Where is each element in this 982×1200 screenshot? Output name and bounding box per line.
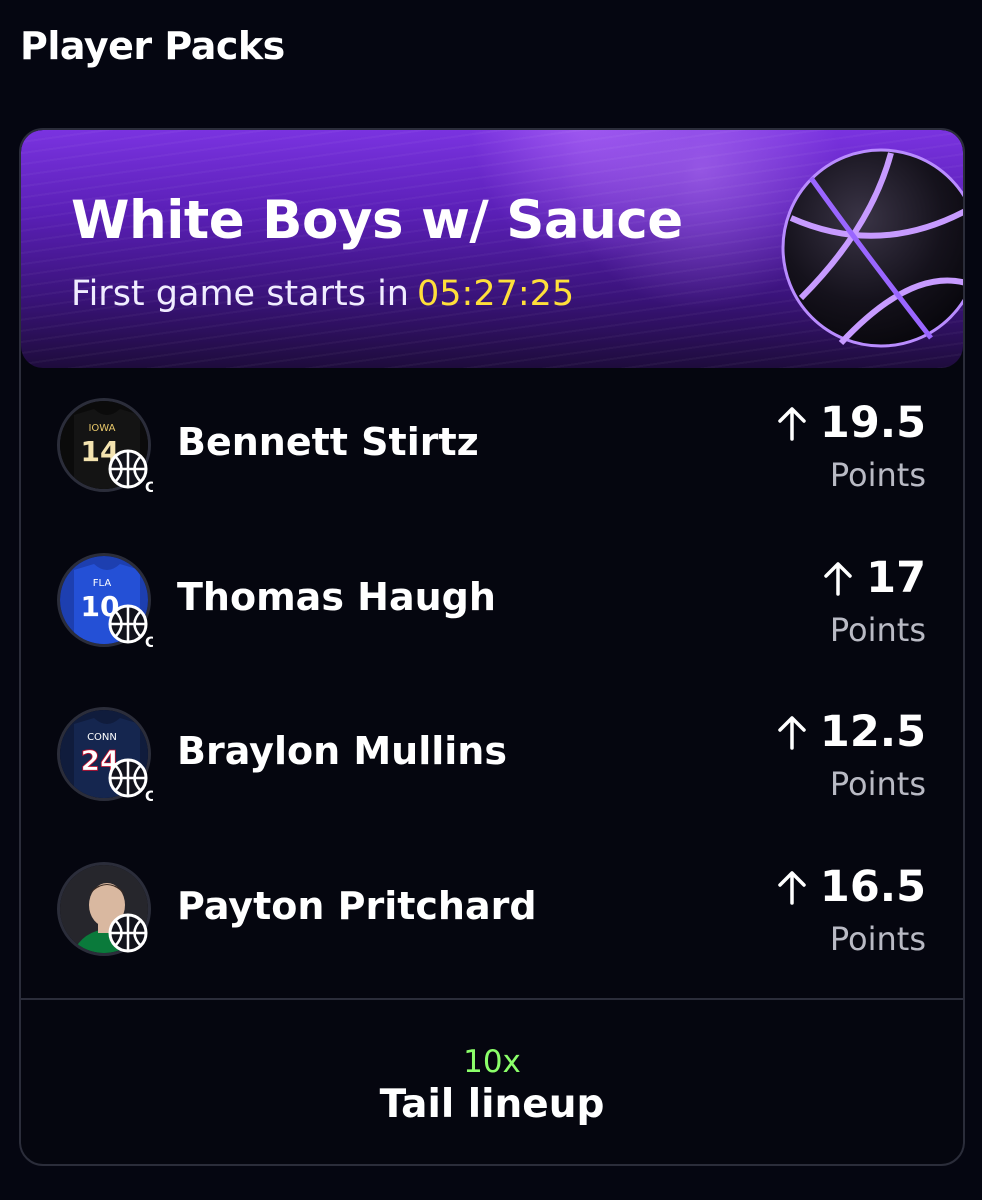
projection-line: 17 <box>822 553 926 603</box>
countdown-timer: 05:27:25 <box>417 274 575 314</box>
player-name: Braylon Mullins <box>177 729 507 773</box>
stat-type: Points <box>829 610 926 649</box>
line-number: 19.5 <box>819 398 926 448</box>
stat-type: Points <box>829 919 926 958</box>
projection-line: 16.5 <box>776 862 926 912</box>
player-name: Thomas Haugh <box>177 574 496 619</box>
player-row[interactable]: FLA 10 C Thomas Haugh 17 Points <box>21 523 963 678</box>
basketball-icon: C <box>108 758 153 803</box>
league-tag: C <box>145 480 153 494</box>
line-number: 17 <box>866 552 926 603</box>
player-packs-screen: Player Packs White Boys w/ Sauce First g… <box>0 0 982 1200</box>
basketball-icon: C <box>108 449 153 494</box>
line-number: 12.5 <box>819 707 926 757</box>
player-name: Payton Pritchard <box>177 883 537 928</box>
arrow-up-icon <box>824 561 852 596</box>
section-title: Player Packs <box>20 24 285 68</box>
jersey-team-text: CONN <box>87 732 117 743</box>
arrow-up-icon <box>778 870 806 905</box>
league-tag: C <box>145 789 153 803</box>
pack-title: White Boys w/ Sauce <box>71 190 683 251</box>
stat-type: Points <box>829 765 926 803</box>
projection-line: 19.5 <box>776 398 926 448</box>
jersey-team-text: IOWA <box>88 423 115 434</box>
player-row[interactable]: IOWA 14 C Bennett Stirtz 19.5 Points <box>21 368 963 523</box>
basketball-icon <box>781 148 963 348</box>
basketball-icon <box>108 913 148 952</box>
league-tag: C <box>145 635 153 649</box>
pack-banner: White Boys w/ Sauce First game starts in… <box>21 130 963 368</box>
line-number: 16.5 <box>819 861 926 912</box>
basketball-icon: C <box>108 604 153 649</box>
arrow-up-icon <box>778 407 806 441</box>
pack-card[interactable]: White Boys w/ Sauce First game starts in… <box>19 128 965 1166</box>
tail-lineup-button[interactable]: 10x Tail lineup <box>21 1000 963 1164</box>
start-label: First game starts in <box>71 274 409 314</box>
tail-multiplier: 10x <box>463 1044 521 1080</box>
arrow-up-icon <box>778 716 806 750</box>
player-row[interactable]: Payton Pritchard 16.5 Points <box>21 832 963 987</box>
stat-type: Points <box>829 456 926 494</box>
player-name: Bennett Stirtz <box>177 420 479 464</box>
jersey-team-text: FLA <box>93 578 112 589</box>
player-list: IOWA 14 C Bennett Stirtz 19.5 Points <box>21 368 963 986</box>
tail-lineup-label: Tail lineup <box>379 1082 605 1127</box>
projection-line: 12.5 <box>776 707 926 757</box>
player-row[interactable]: CONN 24 C Braylon Mullins 12.5 Points <box>21 677 963 832</box>
start-time-line: First game starts in 05:27:25 <box>71 274 574 314</box>
